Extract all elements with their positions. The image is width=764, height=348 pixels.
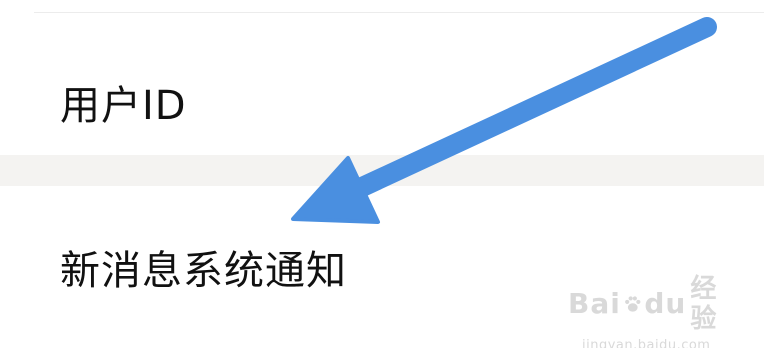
- section-separator: [0, 155, 764, 186]
- paw-icon: [624, 296, 641, 312]
- baidu-jingyan-watermark: Bai du 经验 jingyan.baidu.com: [568, 274, 728, 348]
- watermark-brand-right: du: [644, 287, 687, 320]
- settings-item-label: 用户ID: [60, 83, 187, 129]
- settings-screen: 用户ID 新消息系统通知 Bai du 经验 jingyan.baidu.com: [0, 0, 764, 348]
- settings-item-label: 新消息系统通知: [60, 248, 347, 294]
- settings-item-user-id[interactable]: 用户ID: [0, 13, 764, 155]
- watermark-brand-left: Bai: [568, 287, 621, 320]
- watermark-brand-cn: 经验: [690, 274, 718, 334]
- watermark-url: jingyan.baidu.com: [582, 338, 711, 348]
